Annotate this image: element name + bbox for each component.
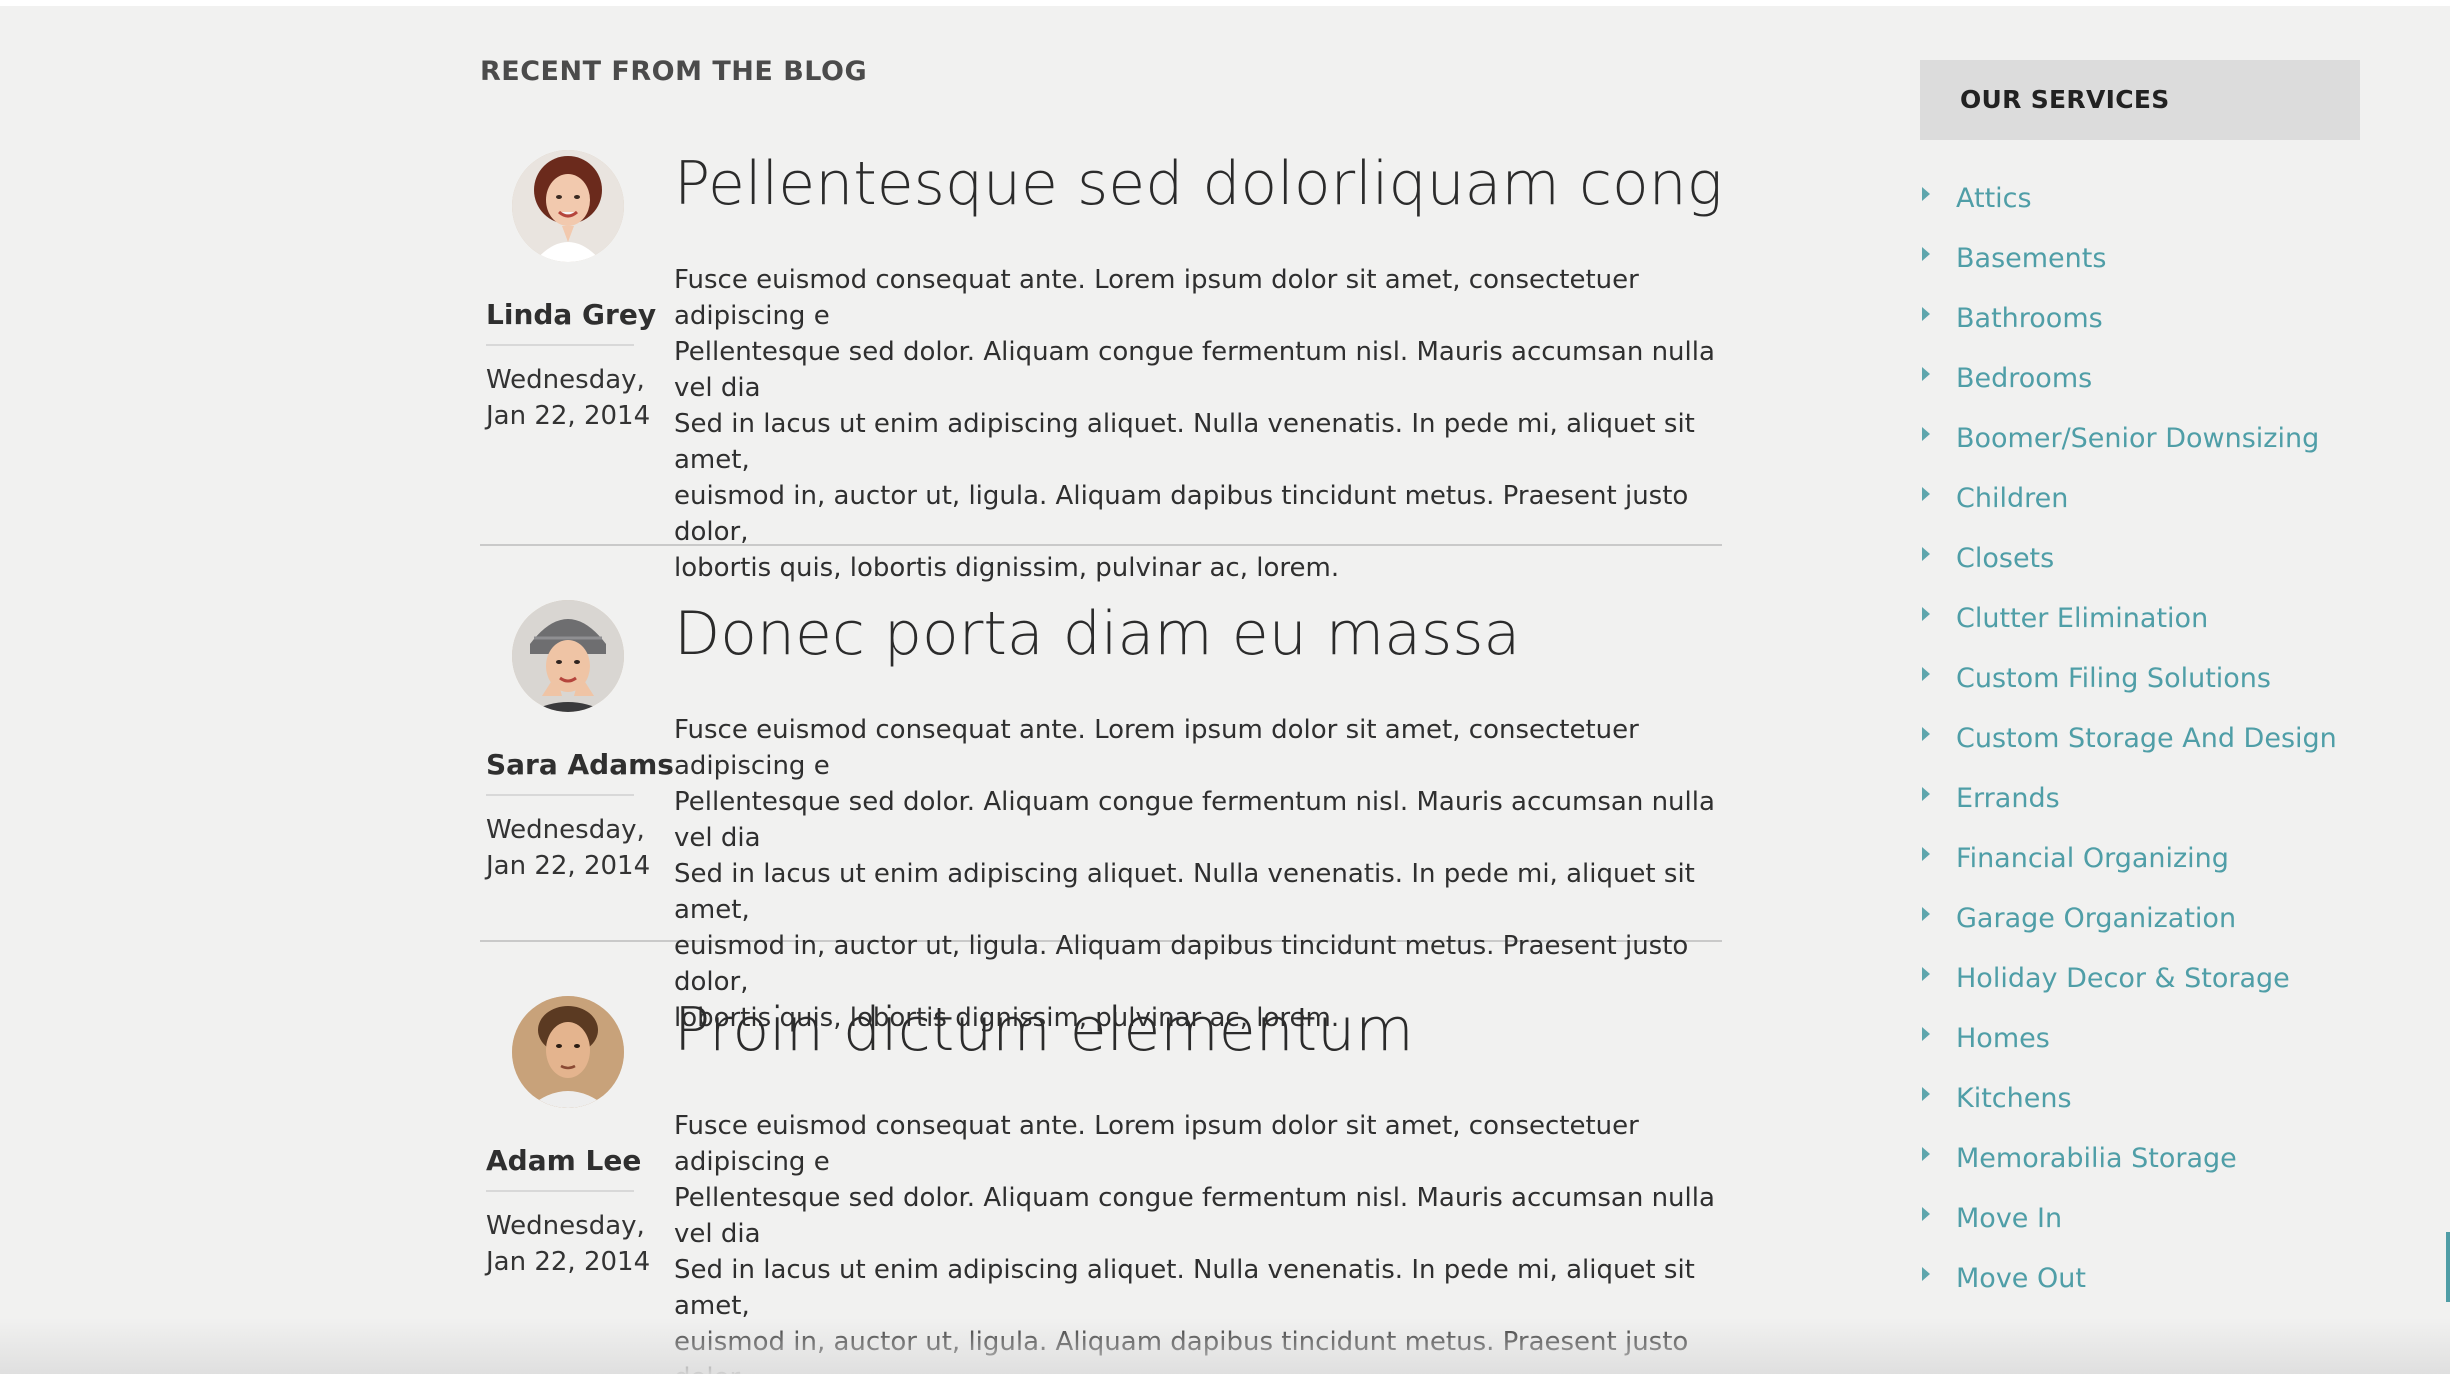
- top-border: [0, 0, 2450, 6]
- author-avatar[interactable]: [512, 600, 624, 712]
- triangle-right-icon: [1922, 307, 1930, 321]
- bottom-border: [0, 1374, 2450, 1378]
- triangle-right-icon: [1922, 607, 1930, 621]
- service-item[interactable]: Closets: [1920, 528, 2360, 588]
- recent-blog-section: RECENT FROM THE BLOG Linda Grey Wednesda…: [480, 52, 1722, 1378]
- service-link[interactable]: Homes: [1956, 1023, 2050, 1054]
- triangle-right-icon: [1922, 187, 1930, 201]
- service-link[interactable]: Closets: [1956, 543, 2054, 574]
- man-portrait-avatar-icon: [512, 996, 624, 1108]
- service-link[interactable]: Boomer/Senior Downsizing: [1956, 423, 2319, 454]
- service-link[interactable]: Basements: [1956, 243, 2106, 274]
- service-item[interactable]: Memorabilia Storage: [1920, 1128, 2360, 1188]
- author-name[interactable]: Adam Lee: [486, 1144, 641, 1177]
- woman-hat-avatar-icon: [512, 600, 624, 712]
- triangle-right-icon: [1922, 547, 1930, 561]
- service-link[interactable]: Clutter Elimination: [1956, 603, 2208, 634]
- author-name[interactable]: Sara Adams: [486, 748, 674, 781]
- blog-section-heading: RECENT FROM THE BLOG: [480, 56, 868, 87]
- service-item[interactable]: Move In: [1920, 1188, 2360, 1248]
- service-item[interactable]: Clutter Elimination: [1920, 588, 2360, 648]
- author-avatar[interactable]: [512, 996, 624, 1108]
- footer-shadow: [0, 1318, 2450, 1378]
- triangle-right-icon: [1922, 1207, 1930, 1221]
- scroll-edge-marker: [2446, 1232, 2450, 1302]
- post-title[interactable]: Proin dictum elementum: [674, 996, 1722, 1070]
- triangle-right-icon: [1922, 487, 1930, 501]
- service-item[interactable]: Children: [1920, 468, 2360, 528]
- triangle-right-icon: [1922, 1027, 1930, 1041]
- triangle-right-icon: [1922, 667, 1930, 681]
- service-link[interactable]: Bathrooms: [1956, 303, 2103, 334]
- triangle-right-icon: [1922, 247, 1930, 261]
- post-title[interactable]: Pellentesque sed dolorliquam congue: [674, 150, 1722, 224]
- author-divider: [486, 344, 634, 346]
- post-inner: Adam Lee Wednesday, Jan 22, 2014 Proin d…: [480, 996, 1722, 1378]
- service-link[interactable]: Memorabilia Storage: [1956, 1143, 2237, 1174]
- service-item[interactable]: Custom Filing Solutions: [1920, 648, 2360, 708]
- blog-post: Linda Grey Wednesday, Jan 22, 2014 Pelle…: [480, 150, 1722, 583]
- service-item[interactable]: Bathrooms: [1920, 288, 2360, 348]
- author-avatar[interactable]: [512, 150, 624, 262]
- author-name[interactable]: Linda Grey: [486, 298, 656, 331]
- post-date: Wednesday, Jan 22, 2014: [486, 1211, 651, 1277]
- triangle-right-icon: [1922, 847, 1930, 861]
- service-item[interactable]: Bedrooms: [1920, 348, 2360, 408]
- services-sidebar: OUR SERVICES Attics Basements Bathrooms Bed…: [1920, 60, 2360, 1308]
- woman-portrait-avatar-icon: [512, 150, 624, 262]
- post-title[interactable]: Donec porta diam eu massa: [674, 600, 1722, 674]
- blog-post: Adam Lee Wednesday, Jan 22, 2014 Proin d…: [480, 942, 1722, 1378]
- service-link[interactable]: Attics: [1956, 183, 2032, 214]
- triangle-right-icon: [1922, 427, 1930, 441]
- post-excerpt: Fusce euismod consequat ante. Lorem ipsu…: [674, 265, 1715, 583]
- post-date: Wednesday, Jan 22, 2014: [486, 365, 651, 431]
- service-item[interactable]: Move Out: [1920, 1248, 2360, 1308]
- service-link[interactable]: Garage Organization: [1956, 903, 2236, 934]
- service-item[interactable]: Boomer/Senior Downsizing: [1920, 408, 2360, 468]
- service-item[interactable]: Kitchens: [1920, 1068, 2360, 1128]
- service-item[interactable]: Garage Organization: [1920, 888, 2360, 948]
- triangle-right-icon: [1922, 907, 1930, 921]
- triangle-right-icon: [1922, 967, 1930, 981]
- service-link[interactable]: Custom Filing Solutions: [1956, 663, 2271, 694]
- service-item[interactable]: Homes: [1920, 1008, 2360, 1068]
- service-link[interactable]: Holiday Decor & Storage: [1956, 963, 2290, 994]
- service-link[interactable]: Kitchens: [1956, 1083, 2072, 1114]
- author-divider: [486, 1190, 634, 1192]
- post-body: Pellentesque sed dolorliquam congue Fusc…: [674, 150, 1722, 586]
- service-link[interactable]: Bedrooms: [1956, 363, 2092, 394]
- triangle-right-icon: [1922, 787, 1930, 801]
- service-item[interactable]: Holiday Decor & Storage: [1920, 948, 2360, 1008]
- service-item[interactable]: Custom Storage And Design: [1920, 708, 2360, 768]
- triangle-right-icon: [1922, 367, 1930, 381]
- service-item[interactable]: Errands: [1920, 768, 2360, 828]
- blog-post: Sara Adams Wednesday, Jan 22, 2014 Donec…: [480, 546, 1722, 1033]
- triangle-right-icon: [1922, 1267, 1930, 1281]
- post-inner: Sara Adams Wednesday, Jan 22, 2014 Donec…: [480, 600, 1722, 1033]
- service-link[interactable]: Move Out: [1956, 1263, 2086, 1294]
- service-link[interactable]: Financial Organizing: [1956, 843, 2229, 874]
- service-link[interactable]: Move In: [1956, 1203, 2062, 1234]
- service-link[interactable]: Custom Storage And Design: [1956, 723, 2337, 754]
- service-item[interactable]: Financial Organizing: [1920, 828, 2360, 888]
- services-list: Attics Basements Bathrooms Bedrooms Boomer/S…: [1920, 168, 2360, 1308]
- triangle-right-icon: [1922, 1087, 1930, 1101]
- services-heading: OUR SERVICES: [1920, 60, 2360, 140]
- post-date: Wednesday, Jan 22, 2014: [486, 815, 651, 881]
- triangle-right-icon: [1922, 1147, 1930, 1161]
- service-link[interactable]: Errands: [1956, 783, 2060, 814]
- service-item[interactable]: Basements: [1920, 228, 2360, 288]
- author-divider: [486, 794, 634, 796]
- triangle-right-icon: [1922, 727, 1930, 741]
- service-link[interactable]: Children: [1956, 483, 2068, 514]
- service-item[interactable]: Attics: [1920, 168, 2360, 228]
